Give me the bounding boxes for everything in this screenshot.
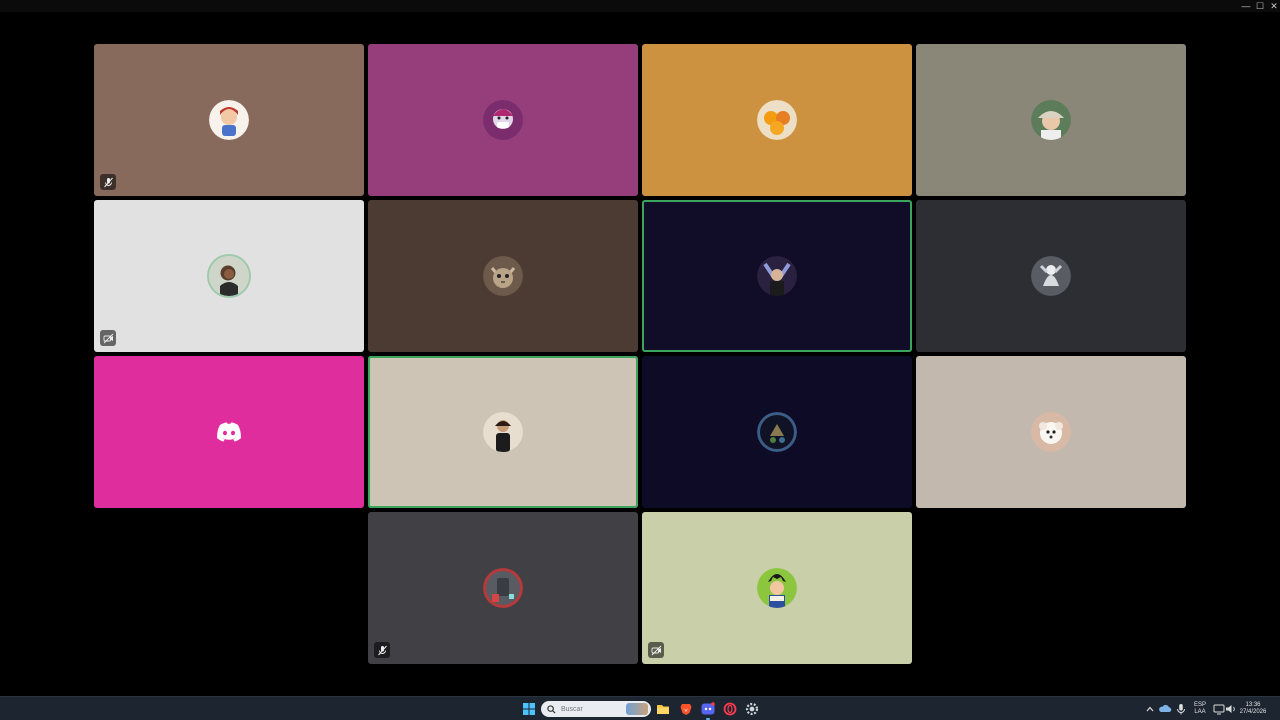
participant-tile[interactable] bbox=[642, 512, 912, 664]
anime-character-avatar bbox=[757, 568, 797, 608]
participant-tile[interactable] bbox=[368, 44, 638, 196]
video-off-icon bbox=[100, 330, 116, 346]
clock[interactable]: 13:36 27/4/2026 bbox=[1238, 702, 1268, 716]
voice-call-grid bbox=[0, 12, 1280, 696]
oranges-avatar bbox=[757, 100, 797, 140]
participant-tile[interactable] bbox=[368, 356, 638, 508]
grey-figure-avatar bbox=[1031, 256, 1071, 296]
participant-tile[interactable] bbox=[916, 44, 1186, 196]
person-photo-avatar bbox=[209, 256, 249, 296]
participant-tile[interactable] bbox=[94, 356, 364, 508]
participant-tile[interactable] bbox=[368, 512, 638, 664]
video-off-icon bbox=[648, 642, 664, 658]
masked-character-avatar bbox=[483, 100, 523, 140]
clock-time: 13:36 bbox=[1245, 702, 1261, 708]
opera-gx-icon[interactable] bbox=[722, 701, 738, 717]
discord-logo-icon bbox=[217, 422, 241, 442]
person-in-black-shirt-avatar bbox=[483, 412, 523, 452]
window-titlebar: — ☐ ✕ bbox=[0, 0, 1280, 12]
participant-tile[interactable] bbox=[642, 200, 912, 352]
participant-tile[interactable] bbox=[916, 356, 1186, 508]
settings-icon[interactable] bbox=[744, 701, 760, 717]
figure-with-raised-arms-avatar bbox=[757, 256, 797, 296]
microphone-icon[interactable] bbox=[1173, 701, 1189, 717]
person-with-cap-avatar bbox=[1031, 100, 1071, 140]
chevron-up-icon[interactable] bbox=[1142, 701, 1158, 717]
windows-start-icon[interactable] bbox=[521, 701, 537, 717]
close-button[interactable]: ✕ bbox=[1266, 0, 1280, 12]
blue-ringed-avatar bbox=[757, 412, 797, 452]
participant-tile[interactable] bbox=[642, 356, 912, 508]
mic-muted-icon bbox=[374, 642, 390, 658]
language-indicator[interactable]: ESP LAA bbox=[1192, 702, 1208, 716]
participant-tile[interactable] bbox=[642, 44, 912, 196]
participant-tile[interactable] bbox=[94, 44, 364, 196]
search-icon bbox=[547, 704, 556, 714]
white-dog-avatar bbox=[1031, 412, 1071, 452]
discord-call-window: — ☐ ✕ Buscar ESP LAA 13:36 27/4/2026 bbox=[0, 0, 1280, 720]
clock-date: 27/4/2026 bbox=[1239, 709, 1267, 715]
participant-tile[interactable] bbox=[916, 200, 1186, 352]
keyboard-layout: LAA bbox=[1194, 709, 1206, 715]
participant-tile[interactable] bbox=[368, 200, 638, 352]
brave-browser-icon[interactable] bbox=[678, 701, 694, 717]
language-code: ESP bbox=[1193, 702, 1206, 708]
taskbar-search-box[interactable] bbox=[541, 701, 651, 717]
red-ringed-avatar bbox=[483, 568, 523, 608]
mic-muted-icon bbox=[100, 174, 116, 190]
participant-tile[interactable] bbox=[94, 200, 364, 352]
search-highlight-image bbox=[626, 703, 648, 715]
file-explorer-icon[interactable] bbox=[655, 701, 671, 717]
onedrive-icon[interactable] bbox=[1157, 701, 1173, 717]
discord-app-icon[interactable] bbox=[700, 701, 716, 720]
windows-taskbar: ESP LAA 13:36 27/4/2026 bbox=[0, 696, 1280, 720]
chibi-character-avatar bbox=[209, 100, 249, 140]
search-input[interactable] bbox=[561, 702, 627, 716]
volume-icon[interactable] bbox=[1223, 701, 1239, 717]
cat-avatar bbox=[483, 256, 523, 296]
